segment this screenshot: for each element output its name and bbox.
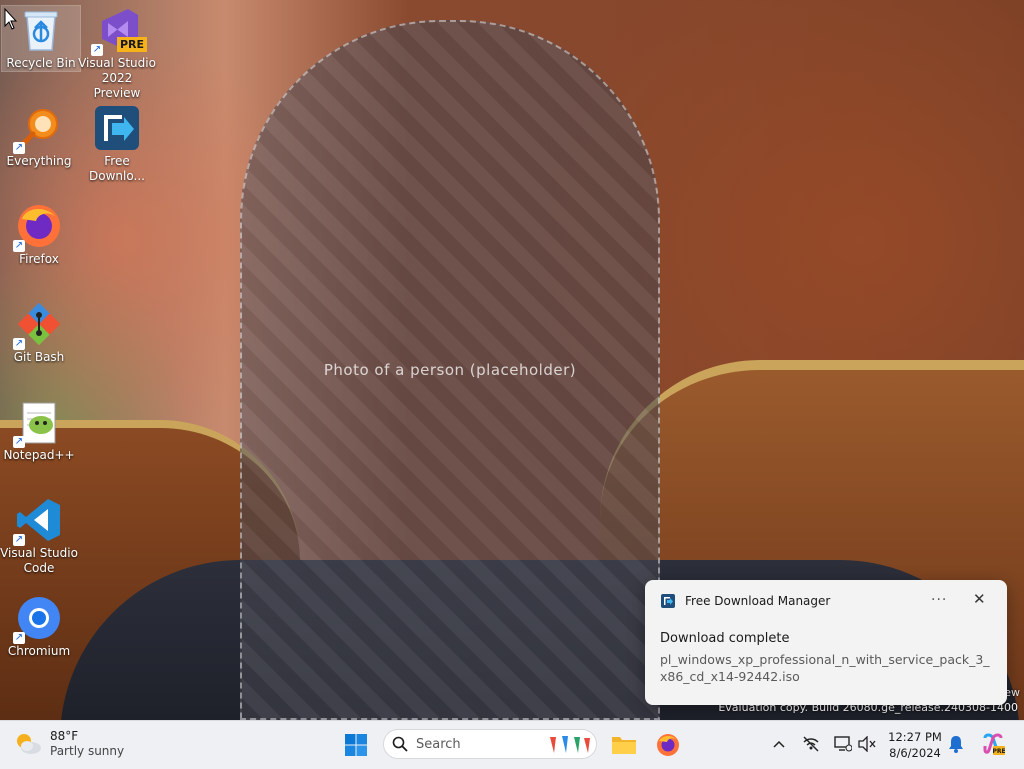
show-hidden-icons-button[interactable] <box>768 733 790 755</box>
shortcut-arrow-icon: ↗ <box>13 534 25 546</box>
wallpaper-photo-placeholder: Photo of a person (placeholder) <box>240 20 660 720</box>
volume-button[interactable] <box>856 733 878 755</box>
clock-date: 8/6/2024 <box>889 746 941 760</box>
shortcut-arrow-icon: ↗ <box>13 632 25 644</box>
visual-studio-preview-icon: ↗ PRE <box>91 6 147 56</box>
copilot-icon: PRE <box>983 733 1005 755</box>
network-off-icon <box>803 736 819 752</box>
chevron-up-icon <box>773 740 785 748</box>
shortcut-arrow-icon: ↗ <box>13 240 25 252</box>
desktop-icon-label: Visual Studio 2022 Preview <box>78 56 156 100</box>
partly-sunny-icon <box>17 734 41 754</box>
notification-bell-icon <box>949 736 963 753</box>
taskbar-search-box[interactable]: Search <box>383 729 597 759</box>
search-highlight-icon <box>550 736 590 753</box>
desktop-icon-firefox[interactable]: ↗ Firefox <box>0 202 78 267</box>
search-icon <box>392 736 408 752</box>
weather-temperature: 88°F <box>50 729 79 743</box>
taskbar: 88°F Partly sunny Search 12:27 PM 8/6/20… <box>0 720 1024 769</box>
free-download-manager-icon <box>661 594 675 608</box>
desktop-icon-label: Everything <box>6 154 72 168</box>
desktop-icon-label: Notepad++ <box>3 448 75 462</box>
download-complete-notification[interactable]: Free Download Manager ··· ✕ Download com… <box>645 580 1007 705</box>
clock-time: 12:27 PM <box>888 730 942 744</box>
notification-close-button[interactable]: ✕ <box>973 590 986 608</box>
notification-center-button[interactable] <box>945 733 967 755</box>
windows-start-icon <box>345 734 367 756</box>
taskbar-firefox-button[interactable] <box>652 729 684 761</box>
everything-search-icon: ↗ <box>13 104 63 154</box>
desktop-icon-visual-studio-preview[interactable]: ↗ PRE Visual Studio 2022 Preview <box>78 6 156 101</box>
chromium-icon: ↗ <box>13 594 63 644</box>
search-placeholder: Search <box>416 736 461 752</box>
firefox-icon <box>657 734 679 756</box>
vscode-icon: ↗ <box>13 496 63 546</box>
weather-condition: Partly sunny <box>50 744 125 758</box>
desktop-icon-label: Firefox <box>19 252 59 266</box>
desktop-icon-label: Chromium <box>7 644 71 658</box>
desktop-icon-label: Recycle Bin <box>6 56 76 70</box>
notification-title: Download complete <box>660 631 790 646</box>
notification-body: pl_windows_xp_professional_n_with_servic… <box>660 652 990 684</box>
taskbar-clock[interactable]: 12:27 PM 8/6/2024 <box>882 729 948 761</box>
display-icon <box>834 736 852 752</box>
desktop-icon-label: Visual Studio Code <box>0 546 78 575</box>
start-button[interactable] <box>340 729 372 761</box>
shortcut-arrow-icon: ↗ <box>13 142 25 154</box>
file-explorer-button[interactable] <box>608 729 640 761</box>
notification-app-name: Free Download Manager <box>685 594 831 608</box>
copilot-button[interactable]: PRE <box>980 733 1006 755</box>
firefox-icon: ↗ <box>13 202 63 252</box>
file-explorer-icon <box>612 737 636 754</box>
desktop-icon-chromium[interactable]: ↗ Chromium <box>0 594 78 659</box>
desktop-icon-notepad-plus-plus[interactable]: ↗ Notepad++ <box>0 398 78 463</box>
shortcut-arrow-icon: ↗ <box>13 436 25 448</box>
notification-header: Free Download Manager <box>661 594 830 608</box>
desktop-icon-git-bash[interactable]: ↗ Git Bash <box>0 300 78 365</box>
desktop-icon-label: Git Bash <box>13 350 65 364</box>
network-status-button[interactable] <box>800 733 822 755</box>
shortcut-arrow-icon: ↗ <box>91 44 103 56</box>
mouse-cursor-icon <box>4 8 18 30</box>
notification-more-options-button[interactable]: ··· <box>931 592 947 608</box>
desktop-icon-vscode[interactable]: ↗ Visual Studio Code <box>0 496 78 576</box>
notepad-plus-plus-icon: ↗ <box>13 398 63 448</box>
git-bash-icon: ↗ <box>13 300 63 350</box>
desktop-icon-free-download-manager[interactable]: Free Downlo... <box>78 104 156 184</box>
free-download-manager-icon <box>93 104 141 152</box>
preview-badge: PRE <box>116 37 147 52</box>
recycle-bin-icon <box>17 6 65 54</box>
weather-widget[interactable]: 88°F Partly sunny <box>14 729 124 759</box>
volume-muted-icon <box>858 736 876 752</box>
desktop-icon-label: Free Downlo... <box>89 154 145 183</box>
display-status-button[interactable] <box>832 733 854 755</box>
svg-text:PRE: PRE <box>992 748 1005 755</box>
desktop-icon-everything[interactable]: ↗ Everything <box>0 104 78 169</box>
shortcut-arrow-icon: ↗ <box>13 338 25 350</box>
